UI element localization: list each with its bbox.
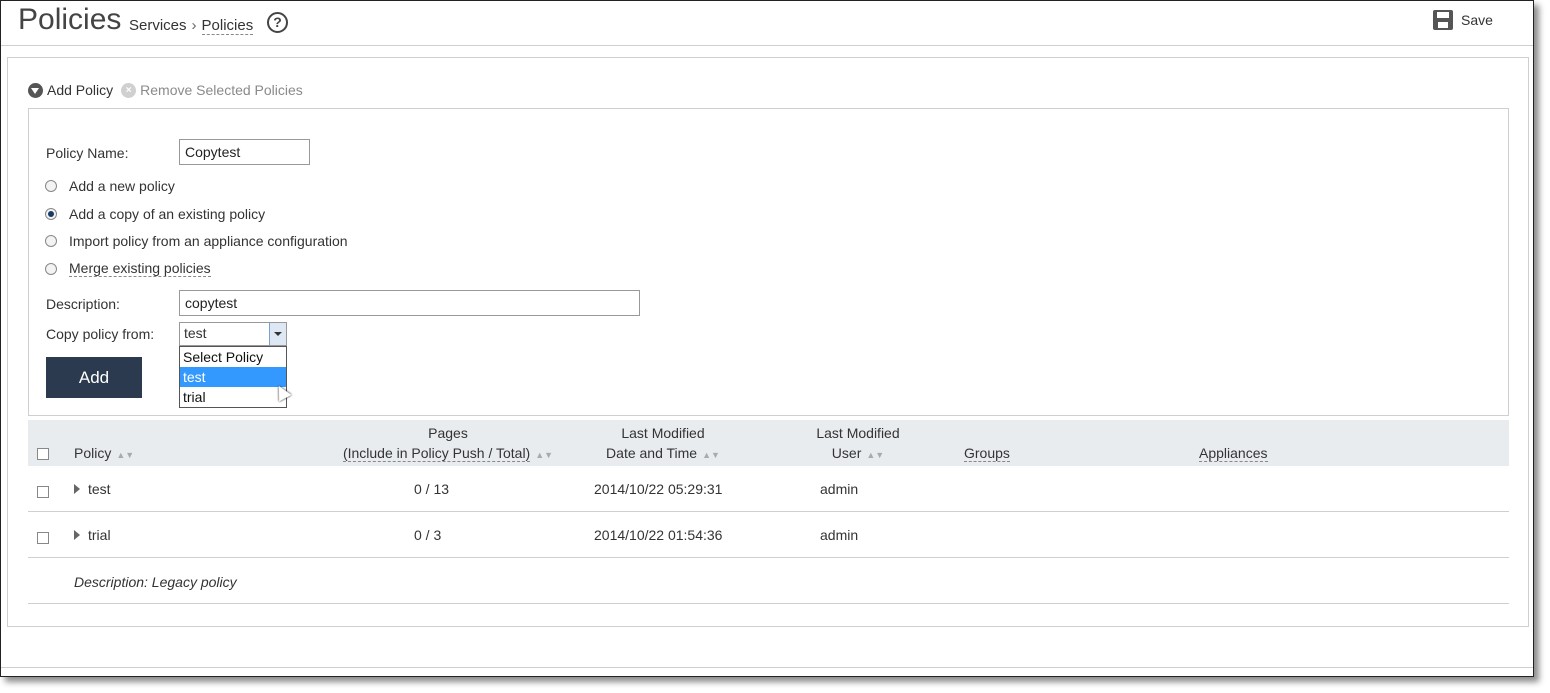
radio-button[interactable] [45, 180, 57, 192]
add-policy-label: Add Policy [47, 82, 114, 98]
modified-cell: 2014/10/22 05:29:31 [594, 481, 723, 497]
table-row[interactable]: trial 0 / 3 2014/10/22 01:54:36 admin [28, 512, 1509, 558]
column-policy[interactable]: Policy ▲▼ [74, 443, 134, 465]
radio-label: Merge existing policies [69, 260, 211, 277]
radio-add-copy-policy[interactable]: Add a copy of an existing policy [45, 206, 265, 222]
expand-triangle-icon[interactable] [74, 530, 80, 540]
description-text: Description: Legacy policy [74, 574, 237, 590]
add-button[interactable]: Add [46, 357, 142, 398]
breadcrumb: Services › Policies [129, 17, 254, 35]
policy-cell[interactable]: test [74, 481, 111, 497]
table-row[interactable]: test 0 / 13 2014/10/22 05:29:31 admin [28, 466, 1509, 512]
row-checkbox[interactable] [37, 486, 49, 498]
row-description: Description: Legacy policy [28, 558, 1509, 604]
radio-import-policy[interactable]: Import policy from an appliance configur… [45, 233, 348, 249]
sort-icon[interactable]: ▲▼ [116, 450, 134, 460]
column-modified-sublabel: Date and Time [606, 445, 698, 461]
copy-policy-select[interactable]: test [179, 322, 287, 346]
pages-cell: 0 / 3 [414, 527, 442, 543]
radio-add-new-policy[interactable]: Add a new policy [45, 178, 175, 194]
page-title: Policies [18, 3, 122, 36]
row-checkbox[interactable] [37, 532, 49, 544]
column-last-modified-date[interactable]: Last Modified Date and Time ▲▼ [583, 423, 743, 465]
save-disk-icon [1433, 10, 1453, 30]
column-last-modified-user[interactable]: Last Modified User ▲▼ [798, 423, 918, 465]
policy-actions: Add Policy × Remove Selected Policies [28, 82, 303, 98]
breadcrumb-services[interactable]: Services [129, 17, 187, 34]
radio-button-checked[interactable] [45, 208, 57, 220]
radio-label: Import policy from an appliance configur… [69, 233, 348, 249]
column-user-sublabel: User [831, 445, 862, 461]
copy-policy-from-label: Copy policy from: [46, 326, 155, 342]
radio-button[interactable] [45, 262, 57, 275]
add-policy-toggle[interactable]: Add Policy [28, 82, 113, 98]
select-value: test [184, 325, 207, 341]
chevron-down-circle-icon [28, 82, 43, 98]
x-circle-icon: × [121, 82, 137, 98]
dropdown-option-select-policy[interactable]: Select Policy [180, 347, 286, 367]
description-input[interactable] [179, 290, 640, 316]
column-groups-label: Groups [964, 445, 1010, 462]
app-window: Policies Services › Policies ? Save Add Po… [0, 0, 1534, 677]
chevron-down-icon[interactable] [269, 323, 286, 345]
copy-policy-dropdown: Select Policy test trial [179, 346, 287, 408]
user-cell: admin [820, 527, 859, 543]
policy-cell[interactable]: trial [74, 527, 111, 543]
column-pages[interactable]: Pages (Include in Policy Push / Total) ▲▼ [333, 423, 563, 465]
help-icon[interactable]: ? [267, 12, 288, 33]
save-button[interactable]: Save [1433, 10, 1493, 30]
expand-triangle-icon[interactable] [74, 484, 80, 494]
remove-selected-label: Remove Selected Policies [140, 82, 303, 98]
page-header: Policies Services › Policies ? Save [1, 1, 1533, 46]
dropdown-option-trial[interactable]: trial [180, 387, 286, 407]
modified-cell: 2014/10/22 01:54:36 [594, 527, 723, 543]
sort-icon[interactable]: ▲▼ [535, 450, 553, 460]
policy-name-input[interactable] [179, 139, 310, 165]
save-label: Save [1461, 12, 1493, 28]
column-appliances-label: Appliances [1199, 445, 1268, 462]
description-label: Description: [46, 296, 120, 312]
sort-icon[interactable]: ▲▼ [702, 450, 720, 460]
divider [1, 667, 1533, 668]
add-policy-form: Policy Name: Add a new policy Add a copy… [28, 108, 1509, 416]
select-all-checkbox[interactable] [37, 448, 49, 460]
dropdown-option-test[interactable]: test [180, 367, 286, 387]
user-cell: admin [820, 481, 859, 497]
column-pages-sublabel: (Include in Policy Push / Total) [342, 445, 531, 462]
radio-merge-policies[interactable]: Merge existing policies [45, 260, 211, 277]
policies-panel: Add Policy × Remove Selected Policies Po… [7, 57, 1529, 627]
pages-cell: 0 / 13 [414, 481, 450, 497]
column-pages-label: Pages [428, 425, 468, 441]
column-groups[interactable]: Groups [964, 443, 1010, 463]
column-appliances[interactable]: Appliances [1199, 443, 1268, 463]
remove-selected-policies-button[interactable]: × Remove Selected Policies [121, 82, 303, 98]
radio-label: Add a copy of an existing policy [69, 206, 266, 222]
column-policy-label: Policy [74, 445, 112, 461]
breadcrumb-policies[interactable]: Policies [201, 17, 254, 35]
table-header: Policy ▲▼ Pages (Include in Policy Push /… [28, 420, 1509, 466]
policy-name: test [88, 481, 111, 497]
policy-name-label: Policy Name: [46, 145, 129, 161]
radio-label: Add a new policy [69, 178, 175, 194]
policy-name: trial [88, 527, 111, 543]
sort-icon[interactable]: ▲▼ [866, 450, 884, 460]
column-modified-label: Last Modified [621, 425, 705, 441]
breadcrumb-separator: › [191, 17, 197, 34]
radio-button[interactable] [45, 235, 57, 247]
column-user-label: Last Modified [816, 425, 900, 441]
